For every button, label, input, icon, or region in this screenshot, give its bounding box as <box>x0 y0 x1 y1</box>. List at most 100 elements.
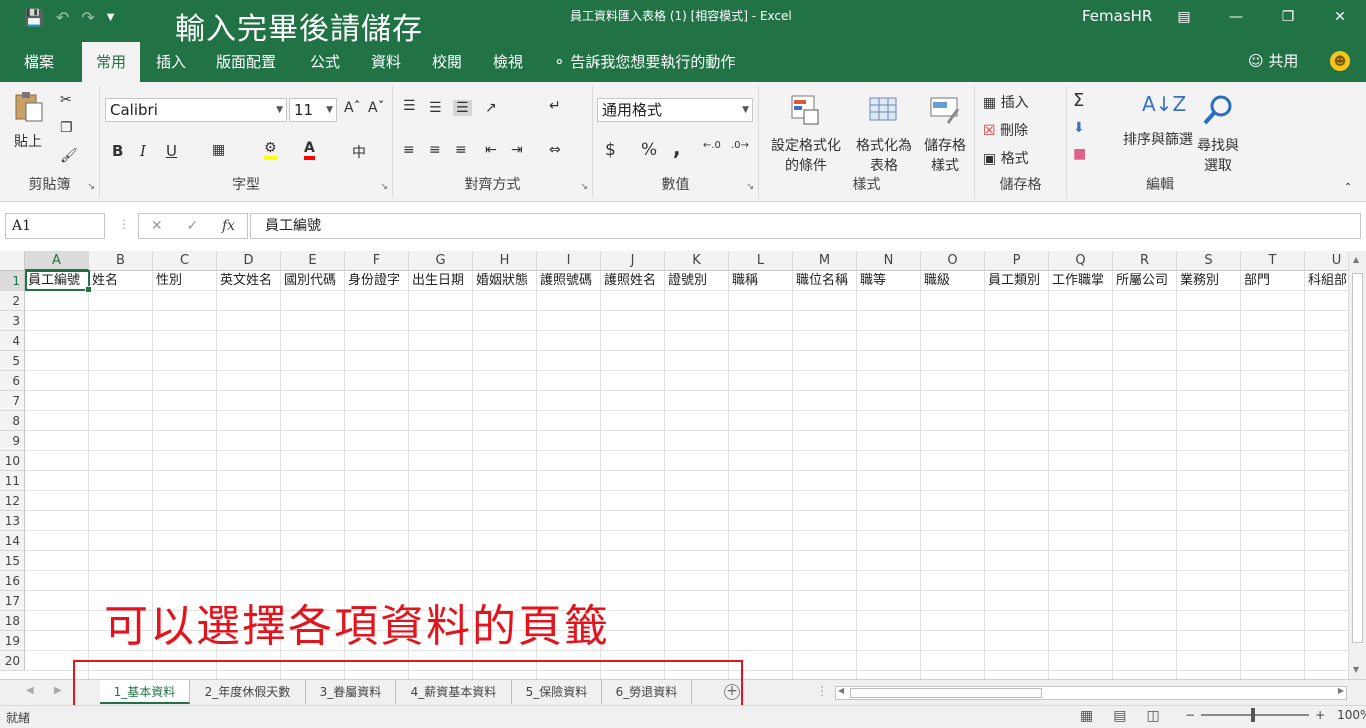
format-painter-icon[interactable]: 🖌 <box>60 148 78 164</box>
row-header[interactable]: 20 <box>0 651 25 671</box>
cancel-icon[interactable]: ✕ <box>151 218 163 234</box>
column-header[interactable]: U <box>1305 251 1348 271</box>
dialog-launcher-icon[interactable]: ↘ <box>380 182 388 192</box>
currency-button[interactable]: $ <box>605 140 616 160</box>
header-cell[interactable]: 出生日期 <box>409 271 473 291</box>
column-header[interactable]: D <box>217 251 281 271</box>
row-header[interactable]: 5 <box>0 351 25 371</box>
column-header[interactable]: B <box>89 251 153 271</box>
increase-indent-icon[interactable]: ⇥ <box>511 142 523 158</box>
align-top-icon[interactable]: ☰ <box>403 98 416 114</box>
vertical-scrollbar[interactable]: ▲ ▼ <box>1348 251 1366 679</box>
font-name-combo[interactable]: Calibri ▼ <box>105 98 287 122</box>
header-cell[interactable]: 職位名稱 <box>793 271 857 291</box>
collapse-ribbon-icon[interactable]: ⌃ <box>1344 182 1352 193</box>
column-header[interactable]: P <box>985 251 1049 271</box>
row-header[interactable]: 12 <box>0 491 25 511</box>
zoom-slider[interactable] <box>1201 708 1310 722</box>
column-header[interactable]: R <box>1113 251 1177 271</box>
row-header[interactable]: 17 <box>0 591 25 611</box>
row-header[interactable]: 11 <box>0 471 25 491</box>
next-sheet-icon[interactable]: ▶ <box>54 685 62 696</box>
header-cell[interactable]: 性別 <box>153 271 217 291</box>
share-button[interactable]: ☺ 共用 <box>1248 42 1298 80</box>
fill-color-icon[interactable]: ⚙ <box>264 140 277 160</box>
align-right-icon[interactable]: ≡ <box>455 142 467 158</box>
row-header[interactable]: 16 <box>0 571 25 591</box>
tab-insert[interactable]: 插入 <box>142 42 200 82</box>
align-left-icon[interactable]: ≡ <box>403 142 415 158</box>
font-size-combo[interactable]: 11 ▼ <box>289 98 337 122</box>
row-header[interactable]: 7 <box>0 391 25 411</box>
wrap-text-icon[interactable]: ↵ <box>549 98 561 114</box>
align-center-icon[interactable]: ≡ <box>429 142 441 158</box>
page-layout-view-icon[interactable]: ▤ <box>1113 708 1126 724</box>
merge-center-icon[interactable]: ⇔ <box>549 142 561 158</box>
format-as-table-button[interactable]: 格式化為 表格 <box>849 94 919 176</box>
tab-formulas[interactable]: 公式 <box>296 42 354 82</box>
conditional-formatting-button[interactable]: 設定格式化 的條件 <box>763 94 849 176</box>
borders-icon[interactable]: ▦ <box>212 142 225 158</box>
column-header[interactable]: L <box>729 251 793 271</box>
column-header[interactable]: N <box>857 251 921 271</box>
page-break-view-icon[interactable]: ◫ <box>1146 708 1159 724</box>
row-header[interactable]: 19 <box>0 631 25 651</box>
ribbon-display-icon[interactable]: ▤ <box>1158 0 1210 34</box>
dialog-launcher-icon[interactable]: ↘ <box>87 182 95 192</box>
column-header[interactable]: M <box>793 251 857 271</box>
tab-data[interactable]: 資料 <box>357 42 415 82</box>
column-header[interactable]: A <box>25 251 89 271</box>
increase-decimal-icon[interactable]: ←.0 <box>703 140 721 151</box>
phonetic-guide-button[interactable]: 中 <box>352 142 366 162</box>
normal-view-icon[interactable]: ▦ <box>1080 708 1093 724</box>
row-header[interactable]: 18 <box>0 611 25 631</box>
row-header[interactable]: 13 <box>0 511 25 531</box>
maximize-icon[interactable]: ❐ <box>1262 0 1314 34</box>
row-header[interactable]: 6 <box>0 371 25 391</box>
zoom-level[interactable]: 100% <box>1337 708 1366 722</box>
header-cell[interactable]: 婚姻狀態 <box>473 271 537 291</box>
percent-button[interactable]: % <box>641 140 657 160</box>
undo-icon[interactable]: ↶ <box>56 8 69 27</box>
italic-button[interactable]: I <box>140 142 146 160</box>
header-cell[interactable]: 身份證字 <box>345 271 409 291</box>
insert-cells-button[interactable]: ▦ 插入 <box>983 92 1029 112</box>
header-cell[interactable]: 業務別 <box>1177 271 1241 291</box>
column-header[interactable]: G <box>409 251 473 271</box>
comma-button[interactable]: , <box>673 136 681 160</box>
clear-icon[interactable]: ■ <box>1073 146 1086 162</box>
sort-filter-button[interactable]: A↓Z 排序與篩選 <box>1123 94 1193 150</box>
header-cell[interactable]: 員工類別 <box>985 271 1049 291</box>
row-header[interactable]: 8 <box>0 411 25 431</box>
cut-icon[interactable]: ✂ <box>60 92 72 108</box>
header-cell[interactable]: 英文姓名 <box>217 271 281 291</box>
horizontal-scrollbar[interactable]: ◀ ▶ <box>835 686 1347 700</box>
find-select-button[interactable]: 尋找與 選取 <box>1193 94 1243 176</box>
row-header[interactable]: 15 <box>0 551 25 571</box>
horizontal-scroll-thumb[interactable] <box>850 688 1042 698</box>
format-cells-button[interactable]: ▣ 格式 <box>983 148 1029 168</box>
scroll-down-icon[interactable]: ▼ <box>1353 665 1359 674</box>
column-header[interactable]: T <box>1241 251 1305 271</box>
decrease-font-icon[interactable]: Aˇ <box>368 100 385 116</box>
align-bottom-icon[interactable]: ☰ <box>453 100 472 116</box>
insert-function-icon[interactable]: fx <box>222 218 235 234</box>
zoom-in-icon[interactable]: + <box>1315 708 1325 722</box>
close-icon[interactable]: ✕ <box>1314 0 1366 34</box>
header-cell[interactable]: 部門 <box>1241 271 1305 291</box>
zoom-out-icon[interactable]: − <box>1185 708 1195 722</box>
tab-home[interactable]: 常用 <box>82 42 141 82</box>
tab-file[interactable]: 檔案 <box>10 42 68 82</box>
scroll-right-icon[interactable]: ▶ <box>1338 686 1344 695</box>
fill-icon[interactable]: ⬇ <box>1073 120 1085 136</box>
header-cell[interactable]: 科組部 <box>1305 271 1348 291</box>
column-header[interactable]: J <box>601 251 665 271</box>
scroll-up-icon[interactable]: ▲ <box>1353 255 1359 264</box>
header-cell[interactable]: 國別代碼 <box>281 271 345 291</box>
decrease-indent-icon[interactable]: ⇤ <box>485 142 497 158</box>
header-cell[interactable]: 職等 <box>857 271 921 291</box>
row-header[interactable]: 1 <box>0 271 25 291</box>
font-color-icon[interactable]: A <box>304 140 315 160</box>
dialog-launcher-icon[interactable]: ↘ <box>580 182 588 192</box>
vertical-scroll-thumb[interactable] <box>1352 273 1363 643</box>
